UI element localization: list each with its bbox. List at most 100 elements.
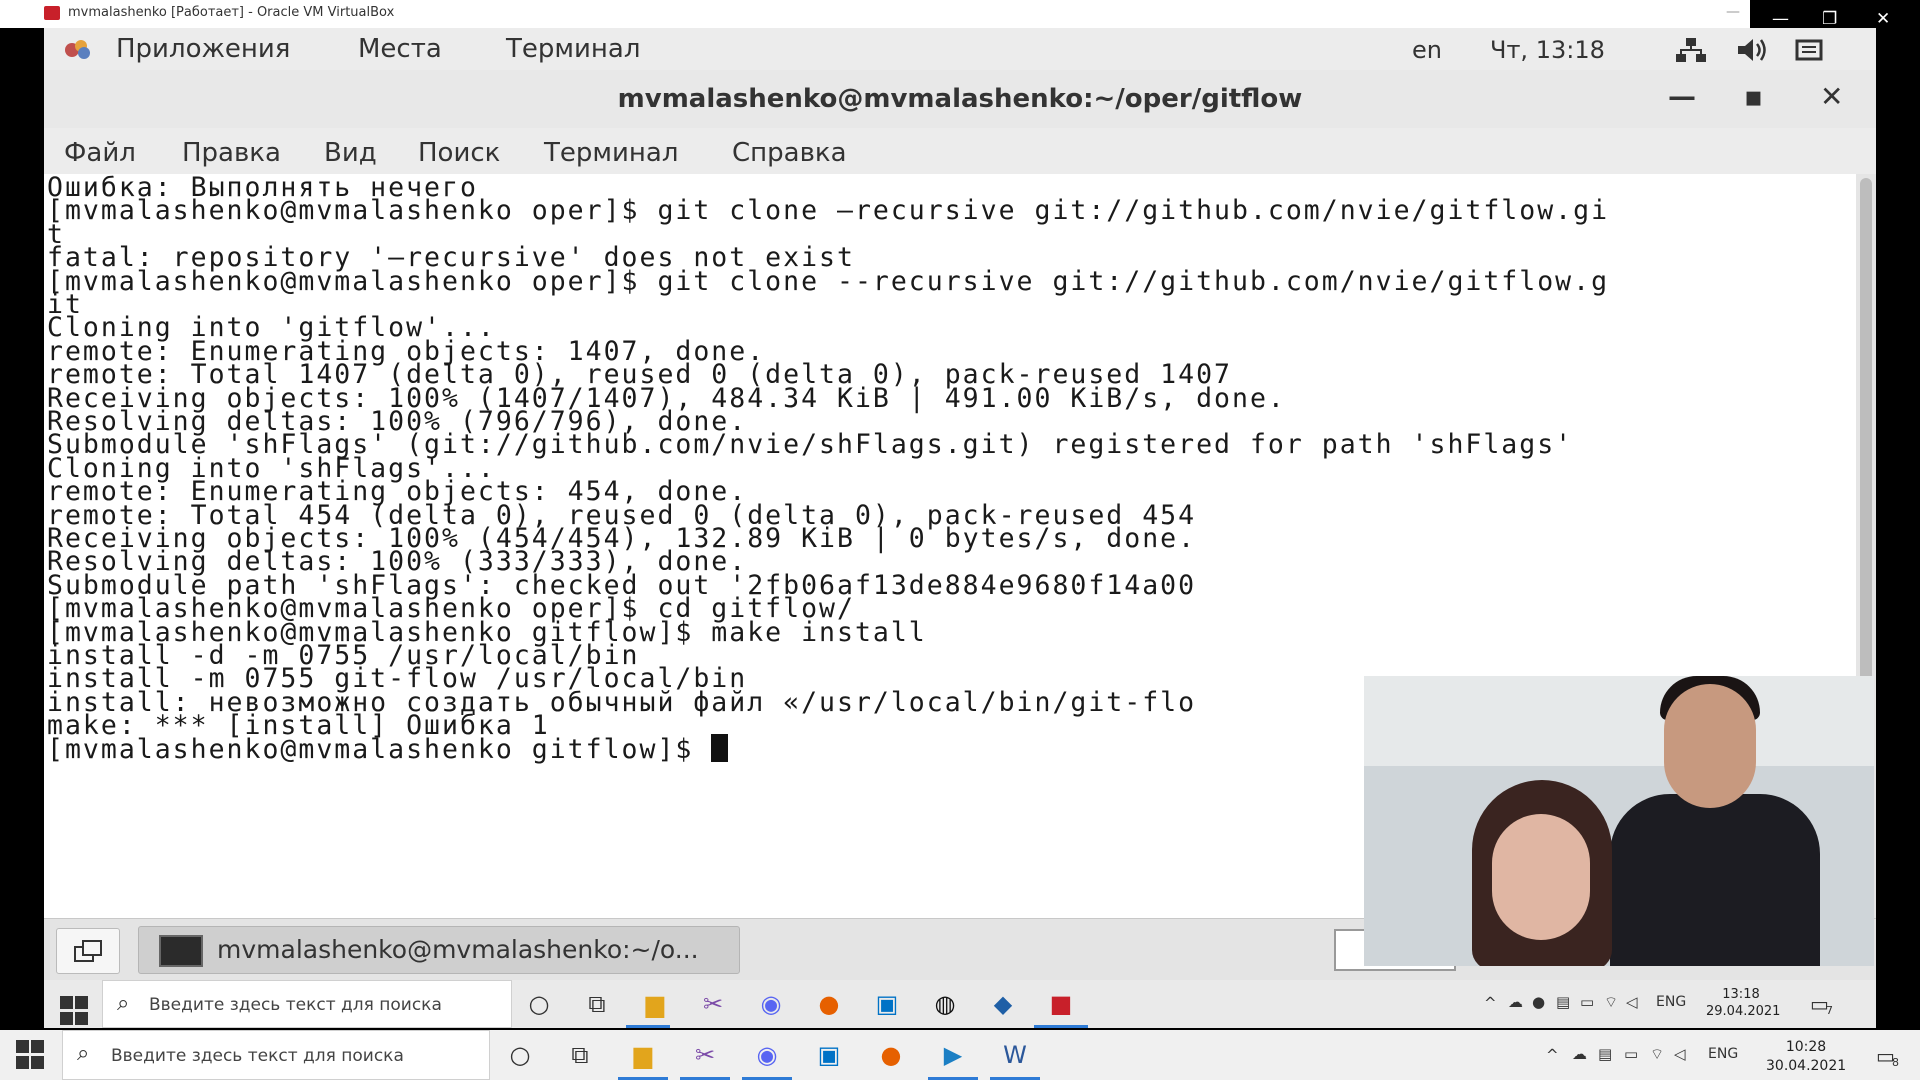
terminal-menubar: Файл Правка Вид Поиск Терминал Справка	[44, 128, 1876, 174]
menu-terminal-sub[interactable]: Терминал	[544, 138, 678, 168]
firefox-icon[interactable]: ●	[814, 989, 844, 1019]
terminal-title: mvmalashenko@mvmalashenko:~/oper/gitflow	[617, 84, 1303, 114]
terminal-close-button[interactable]: ✕	[1820, 80, 1843, 113]
file-explorer-icon[interactable]: ▆	[628, 1040, 658, 1070]
inner-windows-taskbar: ⌕ Введите здесь текст для поиска ○ ⧉ ▆ ✂…	[44, 980, 1876, 1028]
terminal-line-text: [mvmalashenko@mvmalashenko oper]$ git cl…	[47, 195, 1610, 227]
snipping-tool-icon[interactable]: ✂	[698, 989, 728, 1019]
apps-icon[interactable]	[64, 38, 94, 62]
active-indicator	[626, 1025, 670, 1028]
menu-terminal[interactable]: Терминал	[506, 34, 640, 64]
menu-applications[interactable]: Приложения	[116, 34, 290, 64]
task-label: mvmalashenko@mvmalashenko:~/o...	[217, 935, 699, 964]
speaker-muted-icon[interactable]: ◁	[1674, 1045, 1686, 1063]
discord-icon[interactable]: ◉	[752, 1040, 782, 1070]
language-indicator[interactable]: ENG	[1656, 994, 1686, 1010]
menu-file[interactable]: Файл	[64, 138, 136, 168]
webcam-person-face	[1664, 684, 1756, 808]
terminal-maximize-button[interactable]: ▪	[1744, 80, 1763, 113]
outlook-icon[interactable]: ▣	[872, 989, 902, 1019]
volume-icon[interactable]	[1736, 36, 1770, 64]
taskbar-terminal-item[interactable]: mvmalashenko@mvmalashenko:~/o...	[138, 926, 740, 974]
task-view-icon[interactable]: ⧉	[582, 989, 612, 1019]
menu-search[interactable]: Поиск	[418, 138, 500, 168]
taskbar-clock[interactable]: 13:18 29.04.2021	[1706, 986, 1781, 1020]
terminal-app-icon	[159, 935, 203, 967]
host-search-placeholder: Введите здесь текст для поиска	[111, 1046, 404, 1066]
virtualbox-icon	[44, 6, 60, 20]
battery-icon[interactable]: ▭	[1580, 993, 1594, 1011]
virtualbox-taskbar-icon[interactable]: ◆	[988, 989, 1018, 1019]
keyboard-layout[interactable]: en	[1412, 36, 1442, 64]
virtualbox-titlebar: mvmalashenko [Работает] - Oracle VM Virt…	[0, 0, 1920, 28]
terminal-line-text: [mvmalashenko@mvmalashenko gitflow]$	[47, 733, 712, 765]
wifi-icon[interactable]: ⌔	[1604, 993, 1618, 1012]
terminal-titlebar[interactable]: mvmalashenko@mvmalashenko:~/oper/gitflow…	[44, 70, 1876, 129]
terminal-line: [mvmalashenko@mvmalashenko oper]$ git cl…	[47, 266, 1609, 297]
minimize-button[interactable]: —	[1772, 9, 1789, 29]
cortana-icon[interactable]: ○	[524, 989, 554, 1019]
vm-window-taskbar-icon[interactable]: ■	[1046, 989, 1076, 1019]
windows-start-icon[interactable]	[60, 996, 90, 1026]
menu-places[interactable]: Места	[358, 34, 442, 64]
outlook-icon[interactable]: ▣	[814, 1040, 844, 1070]
snipping-tool-icon[interactable]: ✂	[690, 1040, 720, 1070]
host-taskbar-clock[interactable]: 10:28 30.04.2021	[1766, 1038, 1846, 1076]
obs-icon[interactable]: ◍	[930, 989, 960, 1019]
panel-clock[interactable]: Чт, 13:18	[1490, 36, 1605, 64]
host-search-box[interactable]: ⌕ Введите здесь текст для поиска	[62, 1030, 490, 1080]
vbox-minimize-mark[interactable]: —	[1726, 4, 1740, 20]
maximize-button[interactable]: ❐	[1822, 9, 1837, 29]
host-system-tray: ^ ☁ ▤ ▭ ⌔ ◁ ENG 10:28 30.04.2021 ▭ 8	[1546, 1030, 1920, 1080]
close-button[interactable]: ✕	[1876, 9, 1890, 29]
terminal-minimize-button[interactable]: —	[1668, 80, 1696, 113]
meet-icon[interactable]: ▤	[1598, 1045, 1612, 1063]
show-desktop-button[interactable]	[56, 928, 120, 974]
wifi-icon[interactable]: ⌔	[1650, 1045, 1664, 1064]
word-icon[interactable]: W	[1000, 1040, 1030, 1070]
terminal-cursor	[711, 733, 729, 762]
network-icon[interactable]	[1674, 36, 1708, 64]
language-indicator[interactable]: ENG	[1708, 1046, 1738, 1062]
terminal-line-text: [mvmalashenko@mvmalashenko oper]$ git cl…	[47, 265, 1610, 297]
window-title: mvmalashenko [Работает] - Oracle VM Virt…	[68, 5, 395, 20]
host-windows-taskbar: ⌕ Введите здесь текст для поиска ○ ⧉ ▆ ✂…	[0, 1030, 1920, 1080]
windows-start-icon[interactable]	[16, 1040, 46, 1070]
power-icon[interactable]	[1794, 36, 1828, 64]
tray-chevron-icon[interactable]: ^	[1484, 994, 1497, 1012]
search-icon: ⌕	[117, 991, 130, 1016]
webcam-ceiling	[1364, 676, 1874, 766]
cortana-icon[interactable]: ○	[505, 1040, 535, 1070]
file-explorer-icon[interactable]: ▆	[640, 989, 670, 1019]
webcam-person-2-face	[1492, 814, 1590, 940]
gnome-top-panel: Приложения Места Терминал en Чт, 13:18	[44, 28, 1876, 71]
desktop-icon	[74, 940, 102, 962]
webcam-person	[1610, 794, 1820, 966]
onedrive-icon[interactable]: ☁	[1508, 993, 1523, 1011]
notification-count: 8	[1892, 1056, 1899, 1069]
clock-date: 30.04.2021	[1766, 1058, 1847, 1074]
menu-edit[interactable]: Правка	[182, 138, 281, 168]
search-box[interactable]: ⌕ Введите здесь текст для поиска	[102, 980, 512, 1028]
notification-count: 7	[1826, 1004, 1833, 1017]
firefox-icon[interactable]: ●	[876, 1040, 906, 1070]
menu-view[interactable]: Вид	[324, 138, 377, 168]
webcam-video	[1364, 676, 1874, 966]
tray-chevron-icon[interactable]: ^	[1546, 1046, 1559, 1064]
mic-icon[interactable]: ●	[1532, 993, 1545, 1011]
clock-date: 29.04.2021	[1706, 1004, 1781, 1019]
system-tray: ^ ☁ ● ▤ ▭ ⌔ ◁ ENG 13:18 29.04.2021 ▭ 7	[1484, 980, 1876, 1028]
clock-time: 10:28	[1785, 1039, 1827, 1055]
active-indicator	[1034, 1025, 1088, 1028]
terminal-line: [mvmalashenko@mvmalashenko gitflow]$	[47, 733, 729, 765]
zoom-meeting-icon[interactable]: ▶	[938, 1040, 968, 1070]
search-placeholder: Введите здесь текст для поиска	[149, 995, 442, 1015]
search-icon: ⌕	[77, 1041, 90, 1066]
onedrive-icon[interactable]: ☁	[1572, 1045, 1587, 1063]
task-view-icon[interactable]: ⧉	[565, 1040, 595, 1070]
meet-icon[interactable]: ▤	[1556, 993, 1570, 1011]
discord-icon[interactable]: ◉	[756, 989, 786, 1019]
battery-icon[interactable]: ▭	[1624, 1045, 1638, 1063]
speaker-icon[interactable]: ◁	[1626, 993, 1638, 1011]
menu-help[interactable]: Справка	[732, 138, 847, 168]
